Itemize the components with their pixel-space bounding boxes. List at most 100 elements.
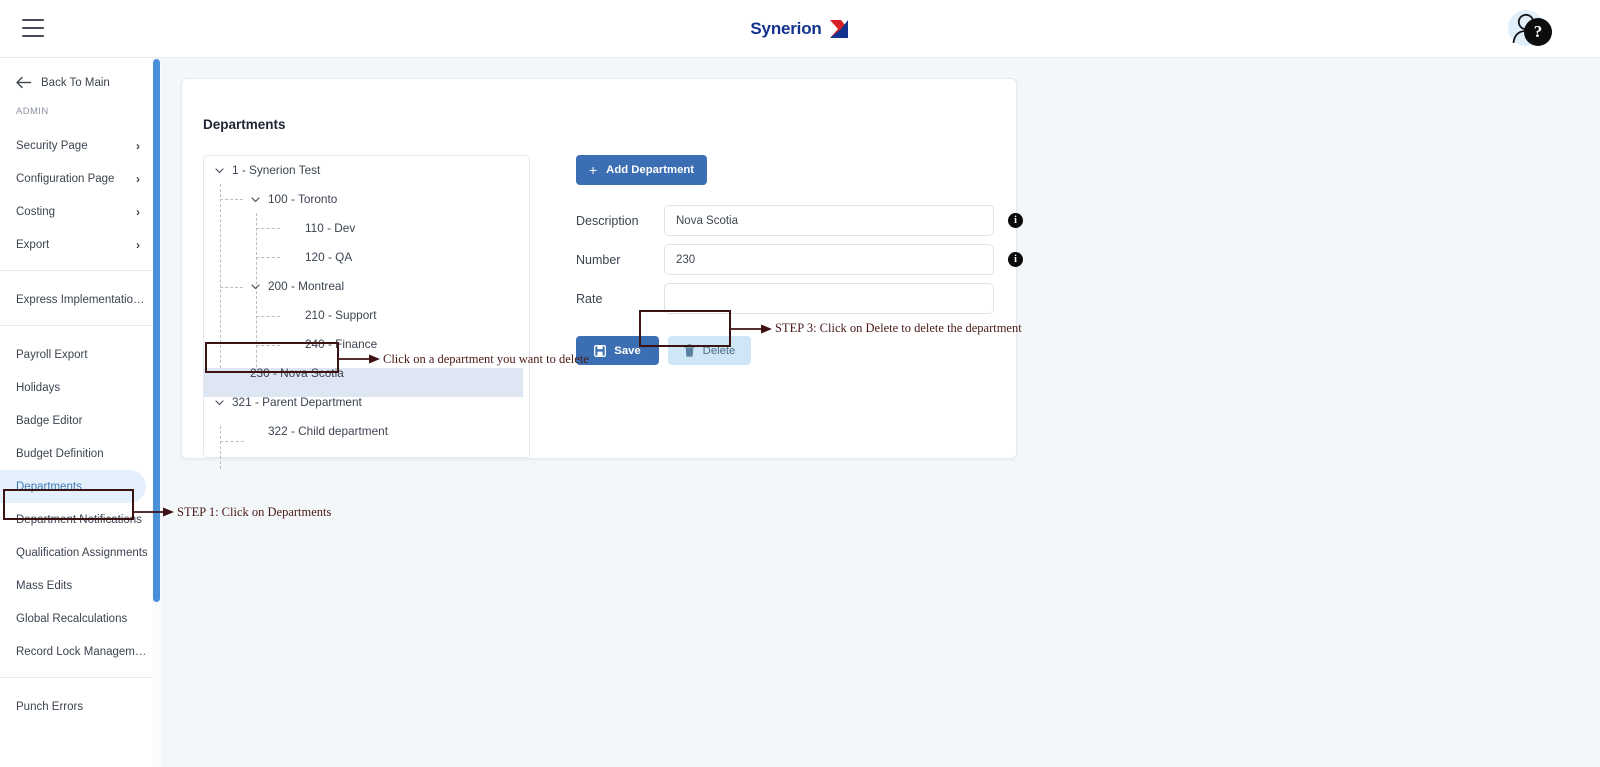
tree-node-label: 322 - Child department <box>268 423 389 438</box>
description-label: Description <box>576 213 639 228</box>
sidebar-item-payroll-export[interactable]: Payroll Export <box>0 338 160 371</box>
sidebar-item-punch-errors[interactable]: Punch Errors <box>0 690 160 723</box>
chevron-down-icon[interactable] <box>214 397 225 408</box>
hamburger-menu-icon[interactable] <box>22 19 44 39</box>
sidebar-item-label: Holidays <box>16 381 61 394</box>
sidebar-group-2: Express Implementation P... <box>0 271 160 316</box>
sidebar-item-mass-edits[interactable]: Mass Edits <box>0 569 160 602</box>
sidebar-item-department-notifications[interactable]: Department Notifications <box>0 503 160 536</box>
sidebar-item-label: Mass Edits <box>16 579 73 592</box>
main-content-area: Departments 1 - Synerion Test 100 - Toro… <box>161 58 1600 767</box>
hamburger-bar <box>22 27 44 29</box>
top-app-bar: Synerion ? <box>0 0 1600 58</box>
chevron-down-icon[interactable] <box>214 165 225 176</box>
sidebar-item-global-recalculations[interactable]: Global Recalculations <box>0 602 160 635</box>
sidebar-section-label: ADMIN <box>16 106 49 117</box>
info-icon[interactable]: i <box>1008 213 1023 228</box>
sidebar-item-departments[interactable]: Departments <box>0 470 146 503</box>
brand-name: Synerion <box>750 19 822 38</box>
sidebar-item-configuration-page[interactable]: Configuration Page › <box>0 162 160 195</box>
sidebar-group-3: Payroll Export Holidays Badge Editor Bud… <box>0 326 160 668</box>
sidebar-item-label: Configuration Page <box>16 172 115 185</box>
chevron-right-icon: › <box>136 204 140 219</box>
annotation-text-step2: Click on a department you want to delete <box>383 352 589 366</box>
number-input[interactable] <box>664 244 994 275</box>
tree-node-label: 100 - Toronto <box>268 191 338 206</box>
annotation-text-step1: STEP 1: Click on Departments <box>177 505 332 519</box>
trash-icon <box>684 344 695 357</box>
admin-sidebar: Back To Main ADMIN Security Page › Confi… <box>0 58 161 767</box>
back-to-main-label: Back To Main <box>41 76 110 89</box>
sidebar-item-budget-definition[interactable]: Budget Definition <box>0 437 160 470</box>
chevron-down-icon[interactable] <box>250 281 261 292</box>
user-avatar-help[interactable]: ? <box>1506 8 1552 50</box>
sidebar-item-label: Departments <box>16 480 82 493</box>
sidebar-item-label: Express Implementation P... <box>16 293 148 306</box>
arrow-left-icon <box>16 76 31 89</box>
sidebar-group-1: Security Page › Configuration Page › Cos… <box>0 117 160 261</box>
sidebar-item-export[interactable]: Export › <box>0 228 160 261</box>
tree-node-label: 240 - Finance <box>305 336 378 351</box>
sidebar-item-label: Export <box>16 238 50 251</box>
brand-logo-wrap: Synerion <box>0 0 1600 58</box>
field-row-rate: Rate <box>576 283 994 314</box>
tree-node[interactable]: 322 - Child department <box>204 417 529 446</box>
page-title: Departments <box>203 117 286 132</box>
sidebar-item-record-lock-management[interactable]: Record Lock Management <box>0 635 160 668</box>
tree-node-label: 230 - Nova Scotia <box>250 365 344 380</box>
annotation-text-step3: STEP 3: Click on Delete to delete the de… <box>775 321 1022 335</box>
hamburger-bar <box>22 19 44 21</box>
sidebar-item-badge-editor[interactable]: Badge Editor <box>0 404 160 437</box>
sidebar-item-label: Record Lock Management <box>16 645 148 658</box>
plus-icon: + <box>588 162 598 178</box>
chevron-right-icon: › <box>136 171 140 186</box>
tree-node[interactable]: 120 - QA <box>204 243 529 272</box>
tree-node[interactable]: 1 - Synerion Test <box>204 156 529 185</box>
sidebar-item-label: Costing <box>16 205 55 218</box>
save-floppy-icon <box>594 344 607 357</box>
sidebar-item-express-implementation[interactable]: Express Implementation P... <box>0 283 160 316</box>
delete-button[interactable]: Delete <box>668 336 751 365</box>
sidebar-item-label: Global Recalculations <box>16 612 128 625</box>
sidebar-item-label: Security Page <box>16 139 88 152</box>
sidebar-item-holidays[interactable]: Holidays <box>0 371 160 404</box>
sidebar-item-qualification-assignments[interactable]: Qualification Assignments <box>0 536 160 569</box>
tree-node[interactable]: 200 - Montreal <box>204 272 529 301</box>
sidebar-group-4: Punch Errors <box>0 678 160 723</box>
sidebar-item-label: Payroll Export <box>16 348 88 361</box>
sidebar-item-security-page[interactable]: Security Page › <box>0 129 160 162</box>
field-row-description: Description i <box>576 205 1023 236</box>
rate-label: Rate <box>576 291 603 306</box>
rate-input[interactable] <box>664 283 994 314</box>
tree-node[interactable]: 100 - Toronto <box>204 185 529 214</box>
tree-node[interactable]: 110 - Dev <box>204 214 529 243</box>
tree-node-label: 120 - QA <box>305 249 353 264</box>
sidebar-scrollbar-thumb[interactable] <box>153 59 160 602</box>
sidebar-item-label: Badge Editor <box>16 414 83 427</box>
tree-node[interactable]: 210 - Support <box>204 301 529 330</box>
brand-logo[interactable]: Synerion <box>750 19 849 39</box>
description-input[interactable] <box>664 205 994 236</box>
chevron-right-icon: › <box>136 237 140 252</box>
save-label: Save <box>614 344 641 357</box>
tree-node[interactable]: 321 - Parent Department <box>204 388 529 417</box>
number-label: Number <box>576 252 621 267</box>
add-department-button[interactable]: + Add Department <box>576 155 707 185</box>
help-badge[interactable]: ? <box>1524 18 1552 46</box>
delete-label: Delete <box>702 344 736 357</box>
sidebar-item-costing[interactable]: Costing › <box>0 195 160 228</box>
synerion-arrow-logo-icon <box>829 20 848 38</box>
sidebar-item-label: Punch Errors <box>16 700 84 713</box>
tree-node-label: 321 - Parent Department <box>232 394 362 409</box>
department-tree-panel: 1 - Synerion Test 100 - Toronto 110 - De… <box>203 155 530 469</box>
sidebar-item-label: Budget Definition <box>16 447 104 460</box>
back-to-main-button[interactable]: Back To Main <box>0 58 160 89</box>
tree-node-label: 210 - Support <box>305 307 377 322</box>
sidebar-item-label: Department Notifications <box>16 513 142 526</box>
hamburger-bar <box>22 35 44 37</box>
chevron-down-icon[interactable] <box>250 194 261 205</box>
tree-node-label: 200 - Montreal <box>268 278 345 293</box>
tree-node-label: 1 - Synerion Test <box>232 162 321 177</box>
chevron-right-icon: › <box>136 138 140 153</box>
info-icon[interactable]: i <box>1008 252 1023 267</box>
